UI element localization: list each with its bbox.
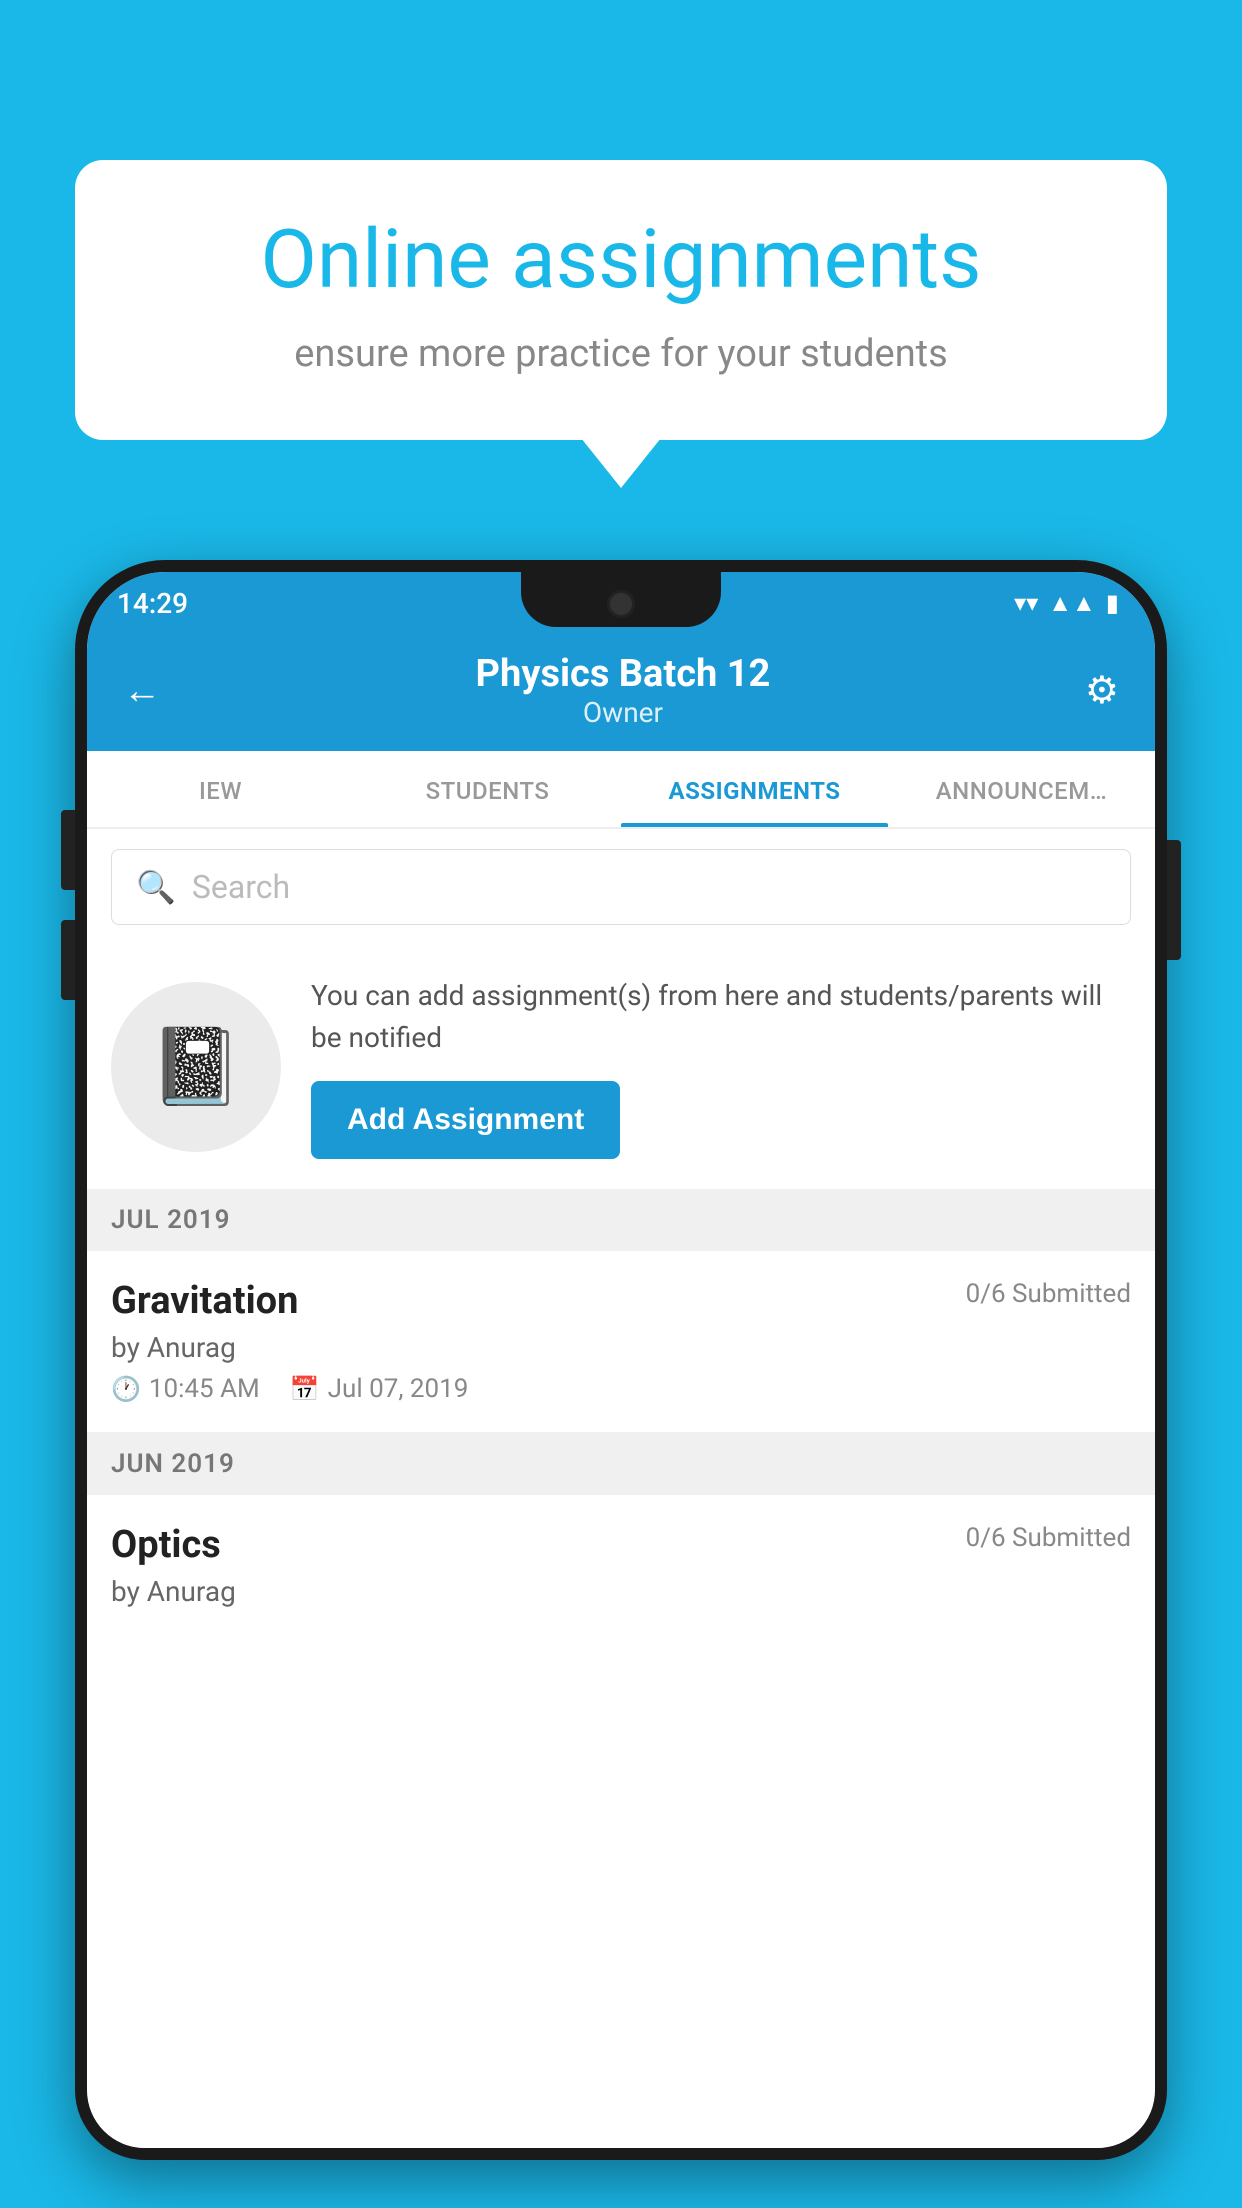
header-center: Physics Batch 12 Owner <box>476 652 771 729</box>
assignment-top-gravitation: Gravitation 0/6 Submitted <box>111 1279 1131 1323</box>
search-icon: 🔍 <box>136 868 176 906</box>
info-description: You can add assignment(s) from here and … <box>311 975 1131 1059</box>
bubble-title: Online assignments <box>140 215 1102 305</box>
calendar-icon: 📅 <box>290 1375 320 1403</box>
search-bar[interactable]: 🔍 Search <box>111 849 1131 925</box>
phone-camera <box>607 590 635 618</box>
status-icons: ▾▾ ▲▲ ▮ <box>1014 589 1119 618</box>
assignment-name-gravitation: Gravitation <box>111 1279 298 1323</box>
battery-icon: ▮ <box>1106 589 1119 617</box>
phone-button-vol-up <box>61 810 75 890</box>
tabs-bar: IEW STUDENTS ASSIGNMENTS ANNOUNCEM… <box>87 751 1155 829</box>
phone-frame: 14:29 ▾▾ ▲▲ ▮ ← Physics Batch 12 Owner ⚙ <box>75 560 1167 2208</box>
notebook-icon: 📓 <box>149 1023 242 1111</box>
fade-gradient <box>87 2068 1155 2148</box>
header-subtitle: Owner <box>476 696 771 729</box>
app-header: ← Physics Batch 12 Owner ⚙ <box>87 634 1155 751</box>
bubble-subtitle: ensure more practice for your students <box>140 330 1102 379</box>
tab-iew[interactable]: IEW <box>87 751 354 827</box>
add-assignment-button[interactable]: Add Assignment <box>311 1081 620 1159</box>
back-button[interactable]: ← <box>123 669 161 713</box>
assignment-name-optics: Optics <box>111 1523 221 1567</box>
section-header-jul2019: JUL 2019 <box>87 1189 1155 1251</box>
assignment-submitted-optics: 0/6 Submitted <box>966 1523 1131 1553</box>
speech-bubble-container: Online assignments ensure more practice … <box>75 160 1167 440</box>
tab-announcements[interactable]: ANNOUNCEM… <box>888 751 1155 827</box>
phone-outer: 14:29 ▾▾ ▲▲ ▮ ← Physics Batch 12 Owner ⚙ <box>75 560 1167 2160</box>
status-time: 14:29 <box>117 587 188 620</box>
tab-assignments[interactable]: ASSIGNMENTS <box>621 751 888 827</box>
search-container: 🔍 Search <box>87 829 1155 945</box>
section-header-jun2019: JUN 2019 <box>87 1433 1155 1495</box>
settings-icon[interactable]: ⚙ <box>1085 668 1119 713</box>
speech-bubble: Online assignments ensure more practice … <box>75 160 1167 440</box>
info-icon-circle: 📓 <box>111 982 281 1152</box>
assignment-time-gravitation: 🕐 10:45 AM <box>111 1374 260 1404</box>
assignment-author-optics: by Anurag <box>111 1575 1131 1608</box>
info-content: You can add assignment(s) from here and … <box>311 975 1131 1159</box>
tab-students[interactable]: STUDENTS <box>354 751 621 827</box>
assignment-gravitation[interactable]: Gravitation 0/6 Submitted by Anurag 🕐 10… <box>87 1251 1155 1433</box>
phone-button-vol-down <box>61 920 75 1000</box>
assignment-author-gravitation: by Anurag <box>111 1331 1131 1364</box>
phone-notch <box>521 572 721 627</box>
phone-button-power <box>1167 840 1181 960</box>
search-placeholder: Search <box>192 868 290 906</box>
wifi-icon: ▾▾ <box>1014 589 1038 617</box>
header-title: Physics Batch 12 <box>476 652 771 696</box>
clock-icon: 🕐 <box>111 1375 141 1403</box>
signal-icon: ▲▲ <box>1048 589 1096 618</box>
assignment-meta-gravitation: 🕐 10:45 AM 📅 Jul 07, 2019 <box>111 1374 1131 1404</box>
assignment-top-optics: Optics 0/6 Submitted <box>111 1523 1131 1567</box>
assignment-optics[interactable]: Optics 0/6 Submitted by Anurag <box>87 1495 1155 1646</box>
info-card: 📓 You can add assignment(s) from here an… <box>87 945 1155 1189</box>
assignment-date-gravitation: 📅 Jul 07, 2019 <box>290 1374 469 1404</box>
assignment-submitted-gravitation: 0/6 Submitted <box>966 1279 1131 1309</box>
phone-screen: 14:29 ▾▾ ▲▲ ▮ ← Physics Batch 12 Owner ⚙ <box>87 572 1155 2148</box>
